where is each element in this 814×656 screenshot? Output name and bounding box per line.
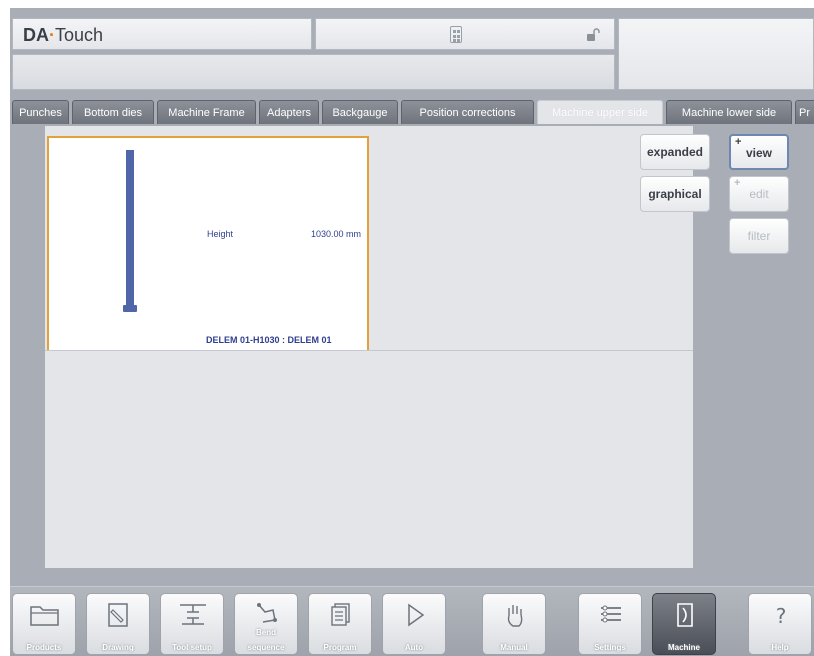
tab-punches[interactable]: Punches bbox=[12, 100, 69, 124]
nav-manual-button[interactable]: Manual bbox=[482, 593, 546, 655]
hand-icon bbox=[507, 605, 523, 627]
message-bar bbox=[12, 54, 615, 90]
edit-button[interactable]: + edit bbox=[729, 176, 789, 212]
nav-manual-label: Manual bbox=[500, 643, 528, 652]
tab-position-corrections[interactable]: Position corrections bbox=[401, 100, 534, 124]
expanded-button[interactable]: expanded bbox=[640, 134, 710, 170]
nav-program-button[interactable]: Program bbox=[308, 593, 372, 655]
height-label: Height bbox=[207, 229, 234, 239]
punch-drawing bbox=[123, 150, 137, 312]
tab-machine-frame[interactable]: Machine Frame bbox=[157, 100, 256, 124]
calculator-icon[interactable] bbox=[450, 26, 462, 43]
tool-card[interactable]: Height 1030.00 mm DELEM 01-H1030 : DELEM… bbox=[47, 136, 369, 350]
filter-button[interactable]: filter bbox=[729, 218, 789, 254]
folder-icon bbox=[30, 606, 59, 626]
app-frame: DA·Touch Punches Bottom dies Machine Fra… bbox=[0, 0, 814, 656]
tab-more[interactable]: Pr bbox=[795, 100, 814, 124]
program-icon bbox=[331, 603, 350, 626]
nav-help-button[interactable]: ? Help bbox=[748, 593, 812, 655]
nav-settings-label: Settings bbox=[594, 643, 626, 652]
view-label: view bbox=[745, 146, 772, 160]
tab-backgauge[interactable]: Backgauge bbox=[322, 100, 398, 124]
machine-icon bbox=[677, 603, 693, 627]
nav-bend-label: Bend bbox=[256, 628, 276, 637]
nav-drawing-label: Drawing bbox=[102, 643, 134, 652]
status-panel bbox=[315, 18, 615, 50]
bend-sequence-icon bbox=[257, 603, 277, 623]
nav-drawing-button[interactable]: Drawing bbox=[86, 593, 150, 655]
tool-name: DELEM 01-H1030 : DELEM 01 bbox=[206, 335, 332, 345]
app-logo: DA·Touch bbox=[23, 25, 103, 46]
nav-auto-label: Auto bbox=[404, 643, 424, 652]
drawing-icon bbox=[108, 603, 128, 627]
nav-tool-setup-button[interactable]: Tool setup bbox=[160, 593, 224, 655]
nav-settings-button[interactable]: Settings bbox=[578, 593, 642, 655]
edit-label: edit bbox=[749, 187, 769, 201]
view-button[interactable]: + view bbox=[729, 134, 789, 170]
tab-machine-upper-side[interactable]: Machine upper side bbox=[537, 100, 663, 124]
nav-bend-sequence-button[interactable]: Bend sequence bbox=[234, 593, 298, 655]
tab-adapters[interactable]: Adapters bbox=[259, 100, 319, 124]
nav-auto-button[interactable]: Auto bbox=[382, 593, 446, 655]
tab-bar: Punches Bottom dies Machine Frame Adapte… bbox=[10, 98, 814, 124]
content-area: Height 1030.00 mm DELEM 01-H1030 : DELEM… bbox=[45, 126, 693, 568]
nav-program-label: Program bbox=[323, 643, 357, 652]
tool-setup-icon bbox=[180, 604, 206, 625]
svg-text:?: ? bbox=[776, 604, 787, 628]
height-value: 1030.00 mm bbox=[311, 229, 362, 239]
plus-icon: + bbox=[734, 177, 741, 189]
nav-machine-button[interactable]: Machine bbox=[652, 593, 716, 655]
divider bbox=[45, 350, 693, 351]
graphical-button[interactable]: graphical bbox=[640, 176, 710, 212]
tab-bottom-dies[interactable]: Bottom dies bbox=[72, 100, 154, 124]
help-icon: ? bbox=[776, 604, 787, 628]
info-panel bbox=[618, 18, 814, 90]
nav-sequence-label: sequence bbox=[247, 643, 285, 652]
plus-icon: + bbox=[735, 136, 742, 148]
nav-machine-label: Machine bbox=[667, 643, 700, 652]
settings-list-icon bbox=[601, 605, 621, 623]
nav-products-label: Products bbox=[26, 643, 62, 652]
logo-panel: DA·Touch bbox=[12, 18, 312, 50]
tab-machine-lower-side[interactable]: Machine lower side bbox=[666, 100, 792, 124]
nav-tool-setup-label: Tool setup bbox=[172, 643, 212, 652]
unlocked-icon[interactable] bbox=[586, 28, 600, 42]
logo-brand: DA bbox=[23, 25, 49, 45]
nav-help-label: Help bbox=[771, 643, 789, 652]
logo-product: Touch bbox=[55, 25, 104, 45]
screen: DA·Touch Punches Bottom dies Machine Fra… bbox=[10, 8, 814, 656]
play-icon bbox=[408, 603, 425, 627]
nav-products-button[interactable]: Products bbox=[12, 593, 76, 655]
bottom-nav: Products Drawing Tool setup Bend sequenc… bbox=[10, 586, 814, 656]
